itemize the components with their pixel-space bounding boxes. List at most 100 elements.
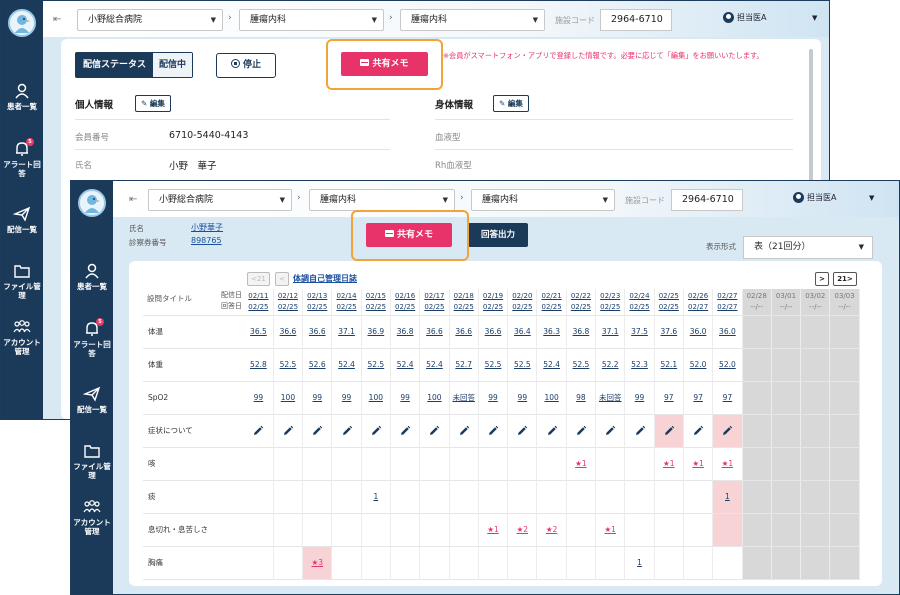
answer-cell[interactable]: 37.5 xyxy=(624,315,655,349)
answer-cell[interactable]: 52.5 xyxy=(361,348,391,382)
answer-cell[interactable]: 52.7 xyxy=(449,348,479,382)
answer-cell[interactable]: 52.3 xyxy=(624,348,655,382)
medical-card-no-link[interactable]: 898765 xyxy=(191,236,222,245)
collapse-icon[interactable]: ⇤ xyxy=(129,194,137,205)
answer-cell[interactable]: 100 xyxy=(536,381,567,415)
user-menu[interactable]: 担当医A xyxy=(723,12,766,23)
answer-cell[interactable]: ★1 xyxy=(566,447,597,481)
symptom-edit-cell[interactable] xyxy=(536,414,567,448)
symptom-edit-cell[interactable] xyxy=(654,414,684,448)
answer-cell[interactable]: 36.3 xyxy=(536,315,567,349)
answer-cell[interactable]: ★1 xyxy=(712,447,743,481)
date-column-header[interactable]: 02/21 02/25 xyxy=(536,289,567,316)
export-answers-button[interactable]: 回答出力 xyxy=(468,223,528,247)
answer-cell[interactable]: ★1 xyxy=(478,513,509,547)
answer-cell[interactable]: 52.8 xyxy=(244,348,274,382)
answer-cell[interactable]: 52.4 xyxy=(331,348,362,382)
symptom-edit-cell[interactable] xyxy=(390,414,421,448)
answer-cell[interactable]: 52.4 xyxy=(536,348,567,382)
answer-cell[interactable]: 97 xyxy=(712,381,743,415)
date-column-header[interactable]: 02/19 02/25 xyxy=(478,289,509,316)
answer-cell[interactable]: 36.6 xyxy=(419,315,450,349)
sidebar-item-patients[interactable]: 患者一覧 xyxy=(1,83,43,111)
date-column-header[interactable]: 02/17 02/25 xyxy=(419,289,450,316)
answer-cell[interactable]: 52.5 xyxy=(566,348,597,382)
answer-cell[interactable]: 36.0 xyxy=(712,315,743,349)
answer-cell[interactable]: ★2 xyxy=(536,513,567,547)
stop-button[interactable]: 停止 xyxy=(216,53,276,78)
department-select[interactable]: 腫瘍内科 ▼ xyxy=(309,189,455,211)
date-column-header[interactable]: 02/23 02/25 xyxy=(595,289,626,316)
diary-title-link[interactable]: 体調自己管理日誌 xyxy=(293,273,357,284)
date-column-header[interactable]: 02/22 02/25 xyxy=(566,289,597,316)
chevron-down-icon[interactable]: ▼ xyxy=(812,14,817,22)
edit-personal-button[interactable]: ✎ 編集 xyxy=(135,95,171,112)
subdepartment-select[interactable]: 腫瘍内科 ▼ xyxy=(471,189,615,211)
symptom-edit-cell[interactable] xyxy=(419,414,450,448)
answer-cell[interactable]: 52.1 xyxy=(654,348,684,382)
answer-cell[interactable]: 99 xyxy=(302,381,333,415)
answer-cell[interactable]: 37.6 xyxy=(654,315,684,349)
sidebar-item-accounts[interactable]: アカウント管理 xyxy=(1,319,43,356)
subdepartment-select[interactable]: 腫瘍内科 ▼ xyxy=(400,9,545,31)
answer-cell[interactable]: 100 xyxy=(419,381,450,415)
answer-cell[interactable]: 36.9 xyxy=(361,315,391,349)
sidebar-item-alerts[interactable]: 5 アラート回答 xyxy=(1,138,43,178)
answer-cell[interactable]: 37.1 xyxy=(331,315,362,349)
answer-cell[interactable]: 98 xyxy=(566,381,597,415)
answer-cell[interactable]: 99 xyxy=(390,381,421,415)
answer-cell[interactable]: 36.6 xyxy=(302,315,333,349)
symptom-edit-cell[interactable] xyxy=(361,414,391,448)
date-column-header[interactable]: 02/13 02/25 xyxy=(302,289,333,316)
symptom-edit-cell[interactable] xyxy=(566,414,597,448)
sidebar-item-files[interactable]: ファイル管理 xyxy=(1,263,43,300)
answer-cell[interactable]: 97 xyxy=(654,381,684,415)
sidebar-item-alerts[interactable]: 5 アラート回答 xyxy=(71,318,113,358)
date-column-header[interactable]: 02/12 02/25 xyxy=(273,289,304,316)
symptom-edit-cell[interactable] xyxy=(244,414,274,448)
answer-cell[interactable]: ★1 xyxy=(654,447,684,481)
answer-cell[interactable]: 52.2 xyxy=(595,348,626,382)
symptom-edit-cell[interactable] xyxy=(478,414,509,448)
answer-cell[interactable]: 未回答 xyxy=(449,381,479,415)
answer-cell[interactable]: 36.8 xyxy=(390,315,421,349)
hospital-select[interactable]: 小野総合病院 ▼ xyxy=(148,189,292,211)
answer-cell[interactable]: 99 xyxy=(244,381,274,415)
answer-cell[interactable]: 99 xyxy=(624,381,655,415)
date-column-header[interactable]: 02/15 02/25 xyxy=(361,289,391,316)
sidebar-item-patients[interactable]: 患者一覧 xyxy=(71,263,113,291)
answer-cell[interactable]: ★1 xyxy=(595,513,626,547)
answer-cell[interactable]: 97 xyxy=(683,381,714,415)
date-column-header[interactable]: 02/20 02/25 xyxy=(507,289,538,316)
scrollbar[interactable] xyxy=(809,49,813,189)
symptom-edit-cell[interactable] xyxy=(507,414,538,448)
symptom-edit-cell[interactable] xyxy=(624,414,655,448)
answer-cell[interactable]: 1 xyxy=(712,480,743,514)
date-column-header[interactable]: 02/16 02/25 xyxy=(390,289,421,316)
hospital-select[interactable]: 小野総合病院 ▼ xyxy=(77,9,223,31)
answer-cell[interactable]: 36.8 xyxy=(566,315,597,349)
answer-cell[interactable]: 36.6 xyxy=(478,315,509,349)
sidebar-item-deliveries[interactable]: 配信一覧 xyxy=(71,386,113,414)
answer-cell[interactable]: 1 xyxy=(361,480,391,514)
symptom-edit-cell[interactable] xyxy=(683,414,714,448)
symptom-edit-cell[interactable] xyxy=(712,414,743,448)
answer-cell[interactable]: 100 xyxy=(273,381,304,415)
answer-cell[interactable]: 36.5 xyxy=(244,315,274,349)
page-next-button[interactable]: > xyxy=(815,272,829,286)
answer-cell[interactable]: 52.0 xyxy=(712,348,743,382)
user-menu[interactable]: 担当医A xyxy=(793,192,836,203)
department-select[interactable]: 腫瘍内科 ▼ xyxy=(239,9,384,31)
answer-cell[interactable]: 36.6 xyxy=(449,315,479,349)
answer-cell[interactable]: 52.0 xyxy=(683,348,714,382)
answer-cell[interactable]: ★2 xyxy=(507,513,538,547)
answer-cell[interactable]: 99 xyxy=(331,381,362,415)
patient-name-link[interactable]: 小野華子 xyxy=(191,222,223,233)
answer-cell[interactable]: 52.4 xyxy=(419,348,450,382)
answer-cell[interactable]: ★1 xyxy=(683,447,714,481)
answer-cell[interactable]: 99 xyxy=(478,381,509,415)
date-column-header[interactable]: 02/11 02/25 xyxy=(244,289,274,316)
answer-cell[interactable]: 52.5 xyxy=(273,348,304,382)
date-column-header[interactable]: 02/26 02/27 xyxy=(683,289,714,316)
answer-cell[interactable]: 52.5 xyxy=(507,348,538,382)
